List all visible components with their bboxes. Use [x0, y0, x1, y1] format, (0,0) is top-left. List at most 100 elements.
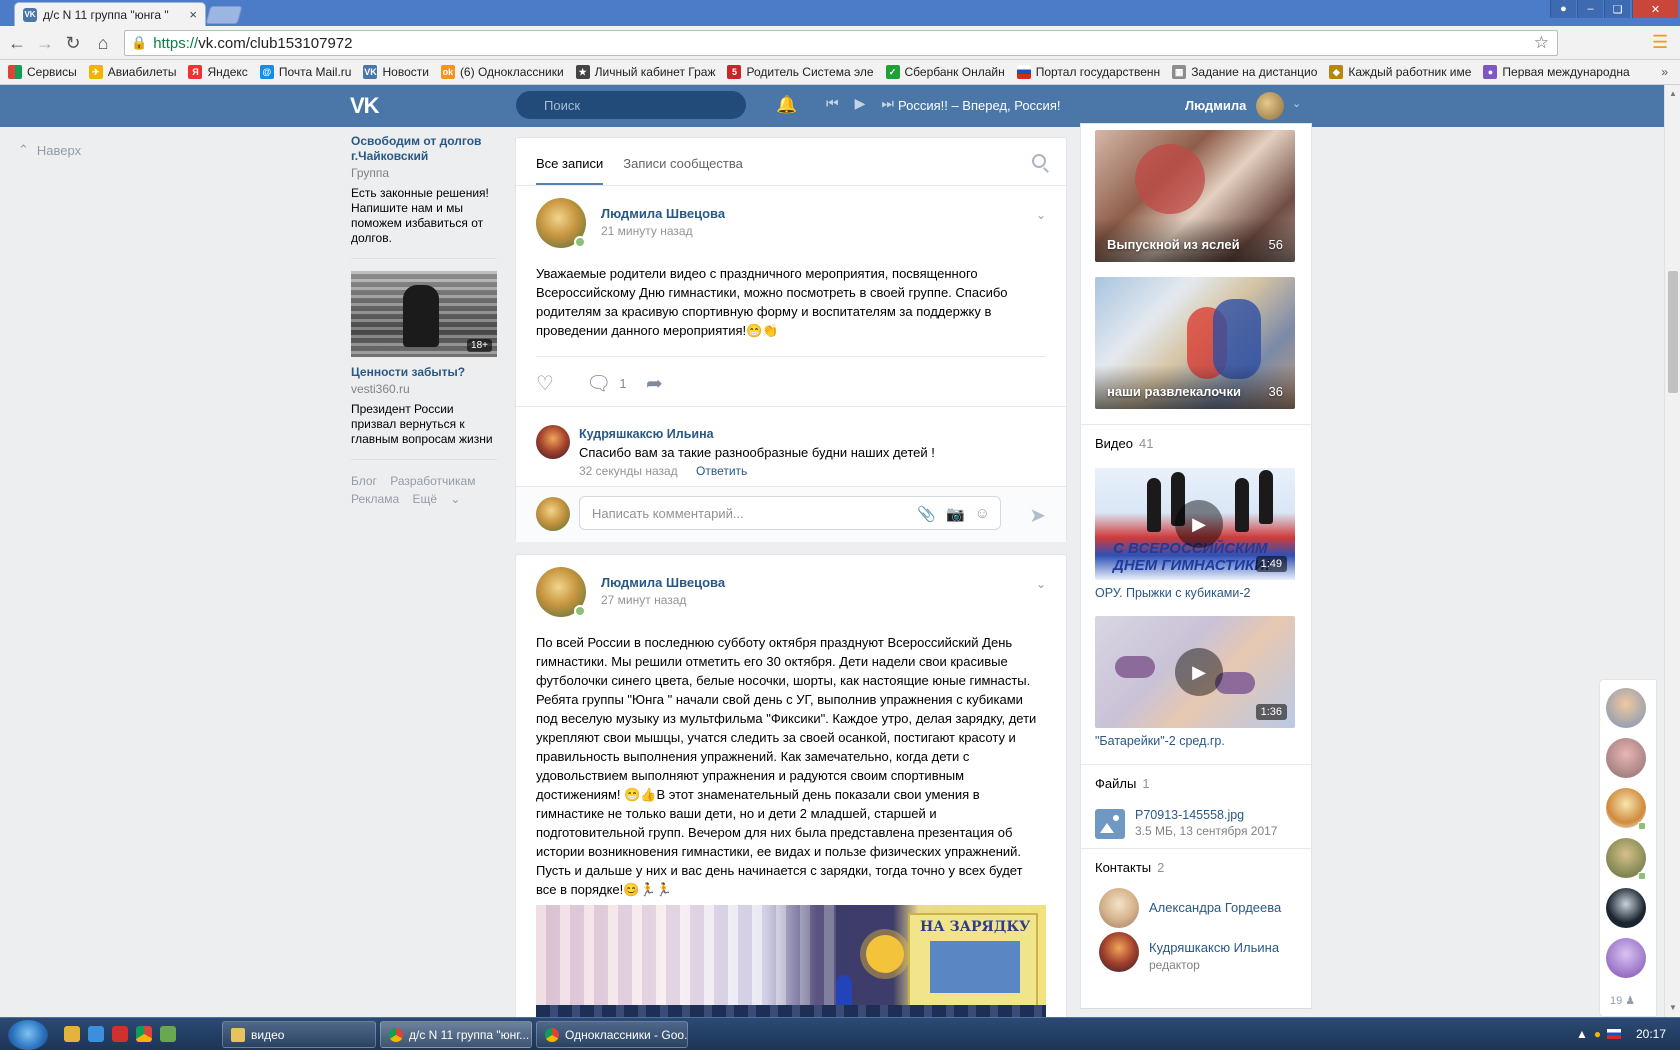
browser-menu-icon[interactable]: ☰ — [1652, 32, 1672, 54]
scroll-down-arrow-icon[interactable]: ▼ — [1669, 1003, 1677, 1012]
post-menu-chevron-icon[interactable]: ⌄ — [1036, 577, 1046, 591]
like-heart-icon[interactable]: ♡ — [536, 371, 554, 396]
video-thumbnail[interactable]: С ВСЕРОССИЙСКИМ ДНЕМ ГИМНАСТИКИ! ▶ 1:49 — [1095, 468, 1295, 580]
bookmark-first-international[interactable]: ● Первая международна — [1483, 65, 1630, 79]
reply-link[interactable]: Ответить — [696, 464, 747, 478]
ad-title[interactable]: Ценности забыты? — [351, 365, 497, 380]
footer-link-blog[interactable]: Блог — [351, 474, 377, 488]
contact-name[interactable]: Кудряшкаксю Ильина — [1149, 940, 1279, 955]
minimize-button[interactable]: – — [1577, 0, 1603, 18]
page-scrollbar[interactable]: ▲ ▼ — [1664, 85, 1680, 1017]
ad-block-vesti[interactable]: 18+ Ценности забыты? vesti360.ru Президе… — [351, 271, 497, 447]
bookmark-star-icon[interactable]: ☆ — [1534, 33, 1549, 53]
reload-icon[interactable]: ↻ — [62, 32, 84, 54]
ad-image[interactable]: 18+ — [351, 271, 497, 357]
bookmark-gosuslugi[interactable]: Портал государственн — [1016, 65, 1160, 79]
opera-icon[interactable] — [112, 1026, 128, 1042]
video-thumbnail[interactable]: ▶ 1:36 — [1095, 616, 1295, 728]
commenter-avatar[interactable] — [536, 425, 570, 459]
contact-avatar[interactable] — [1099, 932, 1139, 972]
start-button[interactable] — [8, 1020, 48, 1050]
vk-logo[interactable]: VK — [350, 93, 384, 118]
image-file-icon[interactable] — [1095, 809, 1125, 839]
scroll-thumb[interactable] — [1668, 271, 1678, 393]
camera-icon[interactable]: 📷 — [946, 505, 965, 523]
comment-input[interactable]: Написать комментарий... 📎 📷 ☺ — [579, 496, 1001, 530]
friend-avatar[interactable] — [1606, 688, 1646, 728]
share-arrow-icon[interactable]: ➦ — [646, 371, 663, 396]
scroll-to-top-link[interactable]: ⌃ Наверх — [18, 142, 81, 158]
friend-avatar[interactable] — [1606, 938, 1646, 978]
bookmark-flights[interactable]: ✈ Авиабилеты — [88, 65, 176, 79]
post-menu-chevron-icon[interactable]: ⌄ — [1036, 208, 1046, 222]
contact-avatar[interactable] — [1099, 888, 1139, 928]
footer-link-ads[interactable]: Реклама — [351, 492, 399, 506]
app-icon[interactable] — [160, 1026, 176, 1042]
bookmark-every-worker[interactable]: ◆ Каждый работник име — [1329, 65, 1471, 79]
bookmark-services[interactable]: Сервисы — [8, 65, 77, 79]
previous-track-icon[interactable]: ⏮ — [826, 95, 839, 112]
maximize-button[interactable]: ❏ — [1604, 0, 1630, 18]
tab-community-posts[interactable]: Записи сообщества — [623, 156, 743, 185]
bookmark-roditel[interactable]: 5 Родитель Система эле — [727, 65, 874, 79]
taskbar-item-chrome-vk[interactable]: д/с N 11 группа "юнг... — [380, 1021, 532, 1048]
forward-arrow-icon[interactable]: → — [34, 32, 56, 54]
post-time[interactable]: 27 минут назад — [601, 593, 686, 607]
play-icon[interactable]: ▶ — [855, 95, 866, 112]
media-player-icon[interactable] — [64, 1026, 80, 1042]
bookmark-distance-task[interactable]: ▦ Задание на дистанцио — [1172, 65, 1317, 79]
taskbar-item-video-folder[interactable]: видео — [222, 1021, 376, 1048]
search-icon[interactable] — [1032, 154, 1046, 168]
comment-button[interactable]: 🗨 1 — [586, 371, 627, 396]
user-profile-icon[interactable]: ● — [1550, 0, 1576, 18]
notifications-bell-icon[interactable]: 🔔 — [776, 95, 797, 115]
language-flag-icon[interactable] — [1607, 1029, 1622, 1039]
home-icon[interactable]: ⌂ — [92, 32, 114, 54]
now-playing-track[interactable]: Россия!! – Вперед, Россия! — [898, 98, 1060, 113]
bookmark-yandex[interactable]: Я Яндекс — [188, 65, 248, 79]
post-photo[interactable]: НА ЗАРЯДКУ — [536, 905, 1046, 1025]
commenter-name[interactable]: Кудряшкаксю Ильина — [579, 427, 714, 441]
files-header[interactable]: Файлы 1 — [1095, 776, 1150, 791]
bookmark-news[interactable]: VK Новости — [363, 65, 429, 79]
video-title[interactable]: "Батарейки"-2 сред.гр. — [1095, 734, 1225, 748]
send-arrow-icon[interactable]: ➤ — [1029, 503, 1046, 528]
comment-time[interactable]: 32 секунды назад — [579, 464, 678, 478]
tray-expand-icon[interactable]: ▲ — [1576, 1027, 1588, 1041]
file-name[interactable]: P70913-145558.jpg — [1135, 808, 1244, 822]
bookmark-odnoklassniki[interactable]: ok (6) Одноклассники — [440, 65, 564, 79]
tab-close-icon[interactable]: × — [189, 7, 197, 22]
browser-tab-active[interactable]: VK д/с N 11 группа "юнга " × — [14, 2, 206, 26]
new-tab-button[interactable] — [205, 6, 243, 24]
chevron-down-icon[interactable]: ⌄ — [1292, 97, 1301, 110]
attach-paperclip-icon[interactable]: 📎 — [917, 505, 936, 523]
bookmark-mailru[interactable]: @ Почта Mail.ru — [259, 65, 351, 79]
friends-online-count[interactable]: 19 ♟ — [1610, 994, 1635, 1007]
header-user-name[interactable]: Людмила — [1185, 98, 1246, 113]
footer-link-developers[interactable]: Разработчикам — [390, 474, 475, 488]
footer-link-more[interactable]: Ещё ⌄ — [412, 492, 460, 506]
chrome-icon[interactable] — [136, 1026, 152, 1042]
vk-search-input[interactable]: Поиск — [516, 91, 746, 119]
scroll-up-arrow-icon[interactable]: ▲ — [1669, 89, 1677, 98]
videos-header[interactable]: Видео 41 — [1095, 436, 1153, 451]
taskbar-clock[interactable]: 20:17 — [1636, 1027, 1666, 1041]
contact-name[interactable]: Александра Гордеева — [1149, 900, 1281, 915]
friend-avatar[interactable] — [1606, 738, 1646, 778]
internet-explorer-icon[interactable] — [88, 1026, 104, 1042]
taskbar-item-chrome-ok[interactable]: Одноклассники - Goo... — [536, 1021, 688, 1048]
video-title[interactable]: ОРУ. Прыжки с кубиками-2 — [1095, 586, 1250, 600]
close-window-button[interactable]: ✕ — [1632, 0, 1678, 18]
ad-title[interactable]: Освободим от долгов г.Чайковский — [351, 134, 497, 164]
album-card[interactable]: наши развлекалочки 36 — [1095, 277, 1295, 409]
album-card[interactable]: Выпускной из яслей 56 — [1095, 130, 1295, 262]
contacts-header[interactable]: Контакты 2 — [1095, 860, 1164, 875]
next-track-icon[interactable]: ⏭ — [881, 95, 894, 112]
back-arrow-icon[interactable]: ← — [6, 32, 28, 54]
ad-block-debt[interactable]: Освободим от долгов г.Чайковский Группа … — [351, 134, 497, 246]
play-icon[interactable]: ▶ — [1175, 648, 1223, 696]
bookmarks-overflow-icon[interactable]: » — [1661, 65, 1668, 79]
post-author[interactable]: Людмила Швецова — [601, 575, 725, 590]
url-input[interactable]: 🔒 https:// vk.com/club153107972 ☆ — [124, 30, 1558, 56]
post-author[interactable]: Людмила Швецова — [601, 206, 725, 221]
